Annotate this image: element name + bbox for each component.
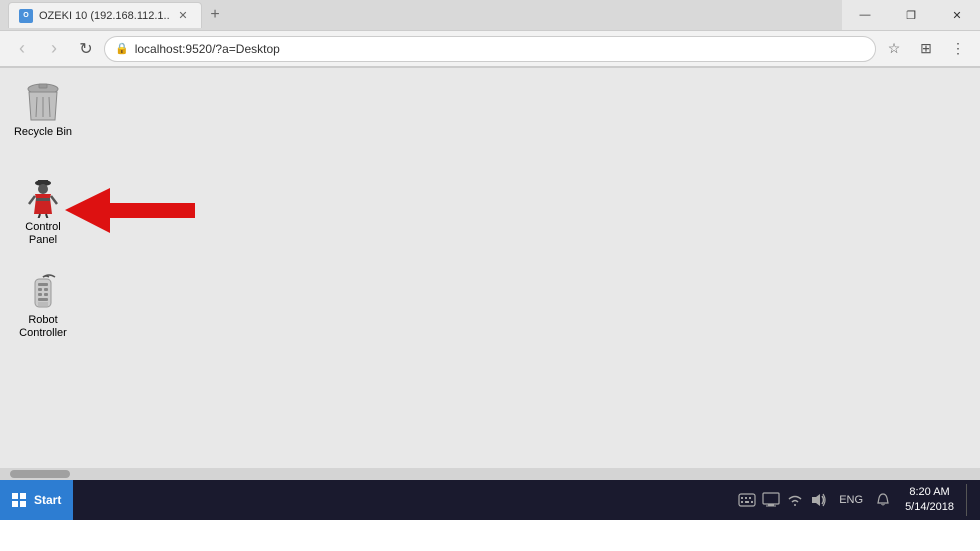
bookmark-star-button[interactable]: ☆ <box>880 35 908 63</box>
browser-chrome: O OZEKI 10 (192.168.112.1... ✕ + — ❐ ✕ ‹… <box>0 0 980 68</box>
address-text: localhost:9520/?a=Desktop <box>135 42 280 56</box>
taskbar-clock[interactable]: 8:20 AM 5/14/2018 <box>897 485 962 516</box>
system-tray: ENG 8:20 AM 5/14/2018 <box>737 484 980 516</box>
tray-volume-icon[interactable] <box>809 490 829 510</box>
desktop-scrollbar[interactable] <box>0 468 980 480</box>
close-button[interactable]: ✕ <box>934 0 980 30</box>
recycle-bin-image <box>23 82 63 122</box>
taskbar: Start <box>0 480 980 520</box>
recycle-bin-label: Recycle Bin <box>14 126 72 139</box>
refresh-button[interactable]: ↻ <box>72 35 100 63</box>
tab-close-button[interactable]: ✕ <box>175 8 191 24</box>
tab-title: OZEKI 10 (192.168.112.1... <box>39 10 169 22</box>
menu-button[interactable]: ⋮ <box>944 35 972 63</box>
navigation-bar: ‹ › ↻ 🔒 localhost:9520/?a=Desktop ☆ ⊞ ⋮ <box>0 31 980 67</box>
back-button[interactable]: ‹ <box>8 35 36 63</box>
tray-display-icon[interactable] <box>761 490 781 510</box>
clock-date: 5/14/2018 <box>905 500 954 515</box>
recycle-bin-icon[interactable]: Recycle Bin <box>8 78 78 143</box>
robot-controller-image <box>23 270 63 310</box>
control-panel-image <box>23 177 63 217</box>
clock-time: 8:20 AM <box>909 485 949 500</box>
robot-controller-icon[interactable]: Robot Controller <box>8 266 78 344</box>
desktop-area: Recycle Bin Control <box>0 68 980 468</box>
maximize-button[interactable]: ❐ <box>888 0 934 30</box>
language-indicator[interactable]: ENG <box>833 494 869 506</box>
minimize-button[interactable]: — <box>842 0 888 30</box>
forward-button[interactable]: › <box>40 35 68 63</box>
extensions-button[interactable]: ⊞ <box>912 35 940 63</box>
nav-action-icons: ☆ ⊞ ⋮ <box>880 35 972 63</box>
lock-icon: 🔒 <box>115 42 129 55</box>
start-label: Start <box>34 493 61 507</box>
tray-notifications-icon[interactable] <box>873 490 893 510</box>
show-desktop-button[interactable] <box>966 484 972 516</box>
red-arrow-indicator <box>65 183 185 233</box>
new-tab-button[interactable]: + <box>202 2 228 28</box>
tray-network-icon[interactable] <box>785 490 805 510</box>
robot-controller-label: Robot Controller <box>12 314 74 340</box>
tab-favicon: O <box>19 9 33 23</box>
start-button[interactable]: Start <box>0 480 73 520</box>
tray-keyboard-icon[interactable] <box>737 490 757 510</box>
browser-tab[interactable]: O OZEKI 10 (192.168.112.1... ✕ <box>8 2 202 28</box>
address-bar[interactable]: 🔒 localhost:9520/?a=Desktop <box>104 36 876 62</box>
scroll-thumb[interactable] <box>10 470 70 478</box>
